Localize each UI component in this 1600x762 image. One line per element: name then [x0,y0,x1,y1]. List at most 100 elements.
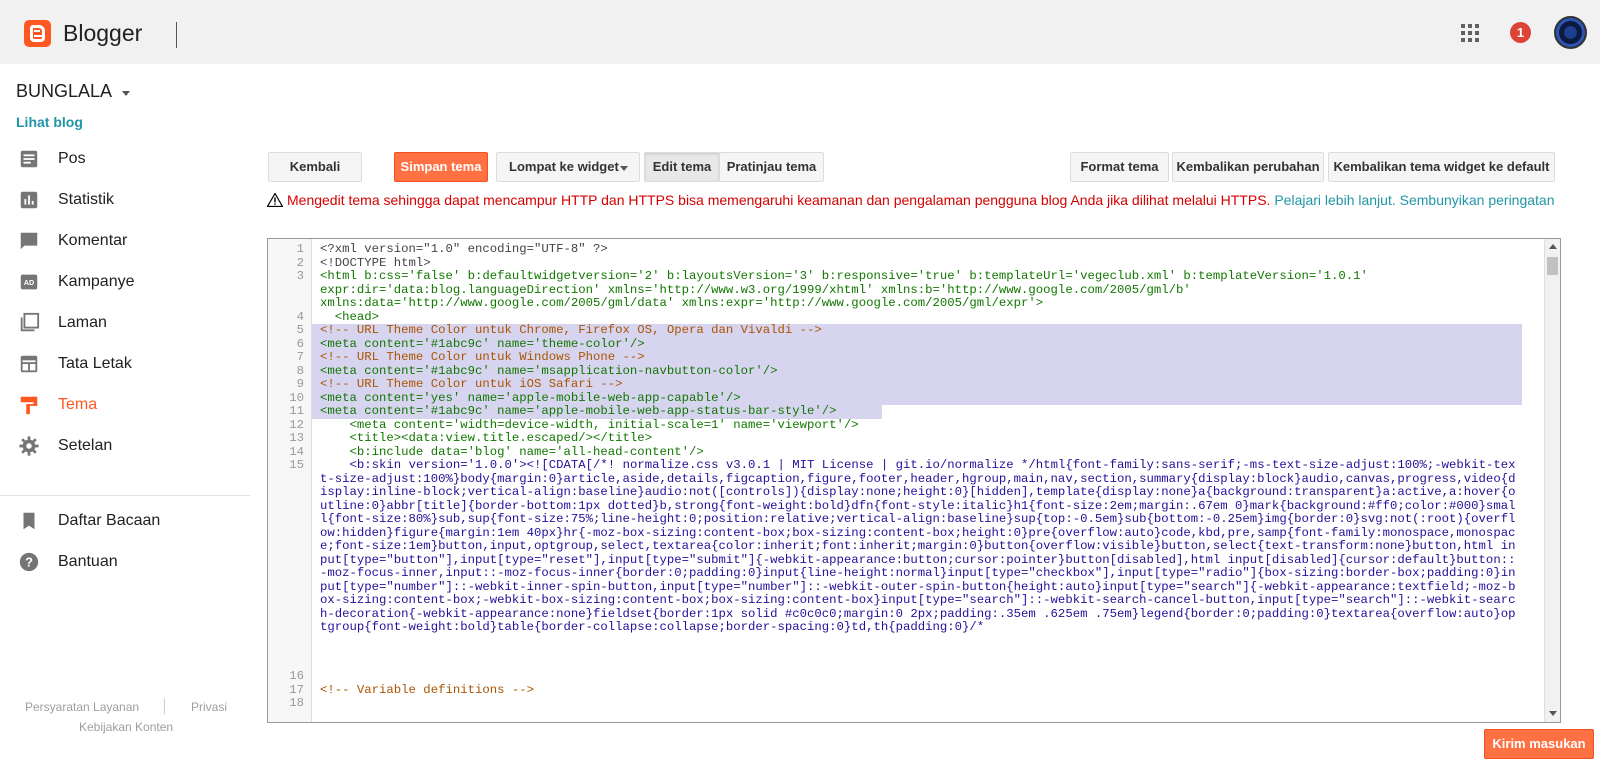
sidebar-item-layout[interactable]: Tata Letak [0,345,250,383]
stats-icon [20,191,38,209]
warning-icon [267,193,283,207]
top-bar: Blogger 1 [0,0,1600,64]
line-number: 5 [296,323,304,337]
editor-scrollbar[interactable] [1544,239,1560,722]
sidebar-item-label: Pos [58,150,86,167]
ads-icon: AD [20,274,38,290]
code-line: <meta content='#1abc9c' name='apple-mobi… [312,404,882,419]
line-number: 6 [296,336,304,351]
code-line: <!DOCTYPE html> [320,255,431,270]
blog-name[interactable]: BUNGLALA [16,81,112,102]
hide-warning-link[interactable]: Sembunyikan peringatan [1400,192,1555,208]
line-number: 14 [289,444,304,459]
code-line: <!-- URL Theme Color untuk iOS Safari --… [312,377,1522,392]
view-blog-link[interactable]: Lihat blog [16,114,83,130]
layout-icon [20,355,38,373]
sidebar-item-label: Tata Letak [58,355,132,372]
line-number: 12 [289,417,304,432]
code-line: expr:dir='data:blog.languageDirection' x… [320,282,1191,297]
line-number: 13 [289,431,304,445]
code-editor[interactable]: 1 2 3 4 5 6 7 8 9 10 11 12 13 14 15 16 1… [267,238,1561,723]
code-line: <b:skin version='1.0.0'><![CDATA[/*! nor… [320,459,1516,634]
code-line: <meta content='width=device-width, initi… [320,417,859,432]
code-line: <!-- URL Theme Color untuk Chrome, Firef… [312,323,1522,338]
bookmark-icon [23,512,35,530]
sidebar-item-theme[interactable]: Tema [0,386,250,424]
sidebar-item-comments[interactable]: Komentar [0,222,250,260]
sidebar-item-posts[interactable]: Pos [0,140,250,178]
code-line: <title><data:view.title.escaped/></title… [320,431,653,445]
tab-preview-theme[interactable]: Pratinjau tema [719,152,824,182]
save-theme-button[interactable]: Simpan tema [394,152,488,182]
notification-badge[interactable]: 1 [1510,22,1531,43]
sidebar-item-label: Laman [58,314,107,331]
sidebar-item-label: Tema [58,396,98,413]
tab-edit-theme[interactable]: Edit tema [644,152,720,182]
theme-icon [20,396,38,415]
code-line: xmlns:data='http://www.google.com/2005/g… [320,296,1044,310]
code-line: <?xml version="1.0" encoding="UTF-8" ?> [320,242,608,256]
line-number: 4 [296,309,304,324]
line-number: 18 [289,696,304,710]
blogger-logo-icon[interactable] [24,20,51,47]
chevron-down-icon[interactable] [122,91,130,96]
revert-changes-button[interactable]: Kembalikan perubahan [1172,152,1324,182]
send-feedback-button[interactable]: Kirim masukan [1484,729,1594,759]
code-line: <meta content='#1abc9c' name='msapplicat… [312,364,1522,378]
comment-icon [20,232,38,250]
sidebar-item-help[interactable]: ? Bantuan [0,543,250,581]
svg-text:?: ? [25,555,33,570]
sidebar-item-label: Statistik [58,191,115,208]
line-number: 10 [289,390,304,405]
terms-link[interactable]: Persyaratan Layanan [25,700,139,714]
line-number: 11 [289,404,304,418]
sidebar: BUNGLALA Lihat blog Pos Statistik Koment… [0,64,250,762]
code-line: <!-- Variable definitions --> [320,682,535,697]
line-number: 7 [296,350,304,364]
scrollbar-thumb[interactable] [1547,257,1558,275]
pages-icon [20,312,40,332]
http-warning: Mengedit tema sehingga dapat mencampur H… [267,192,1567,208]
footer-separator [164,698,165,714]
line-number: 15 [289,458,304,472]
sidebar-item-label: Setelan [58,437,113,454]
posts-icon [20,150,38,168]
sidebar-item-label: Kampanye [58,273,135,290]
sidebar-item-label: Daftar Bacaan [58,512,161,529]
back-button[interactable]: Kembali [268,152,362,182]
code-line: <!-- URL Theme Color untuk Windows Phone… [312,350,1522,365]
jump-to-widget-dropdown[interactable]: Lompat ke widget [496,152,640,182]
chevron-up-icon[interactable] [1549,244,1557,249]
brand-name[interactable]: Blogger [63,20,142,47]
sidebar-item-stats[interactable]: Statistik [0,181,250,219]
code-line: <meta content='yes' name='apple-mobile-w… [312,391,1522,405]
learn-more-link[interactable]: Pelajari lebih lanjut. [1274,192,1395,208]
line-number: 17 [289,682,304,697]
privacy-link[interactable]: Privasi [191,700,227,714]
sidebar-item-campaigns[interactable]: AD Kampanye [0,263,250,301]
svg-text:AD: AD [24,278,35,287]
sidebar-divider [0,495,250,496]
header-divider [176,22,177,48]
line-number: 8 [296,363,304,378]
revert-widget-theme-button[interactable]: Kembalikan tema widget ke default [1328,152,1555,182]
line-number: 2 [296,255,304,270]
code-content[interactable]: <?xml version="1.0" encoding="UTF-8" ?> … [312,239,1522,722]
avatar[interactable] [1554,16,1587,49]
code-line: <head> [320,309,380,324]
line-number: 3 [296,269,304,283]
code-line: <meta content='#1abc9c' name='theme-colo… [312,337,1522,351]
sidebar-item-pages[interactable]: Laman [0,304,250,342]
code-line: <b:include data='blog' name='all-head-co… [320,444,704,459]
code-line: <html b:css='false' b:defaultwidgetversi… [320,269,1368,283]
apps-grid-icon[interactable] [1461,24,1479,42]
chevron-down-icon[interactable] [1549,711,1557,716]
sidebar-item-settings[interactable]: Setelan [0,427,250,465]
format-theme-button[interactable]: Format tema [1070,152,1169,182]
warning-text: Mengedit tema sehingga dapat mencampur H… [287,192,1271,208]
sidebar-item-reading-list[interactable]: Daftar Bacaan [0,502,250,540]
help-icon: ? [19,552,39,572]
sidebar-item-label: Komentar [58,232,128,249]
line-number: 1 [296,242,304,256]
content-policy-link[interactable]: Kebijakan Konten [79,720,173,734]
